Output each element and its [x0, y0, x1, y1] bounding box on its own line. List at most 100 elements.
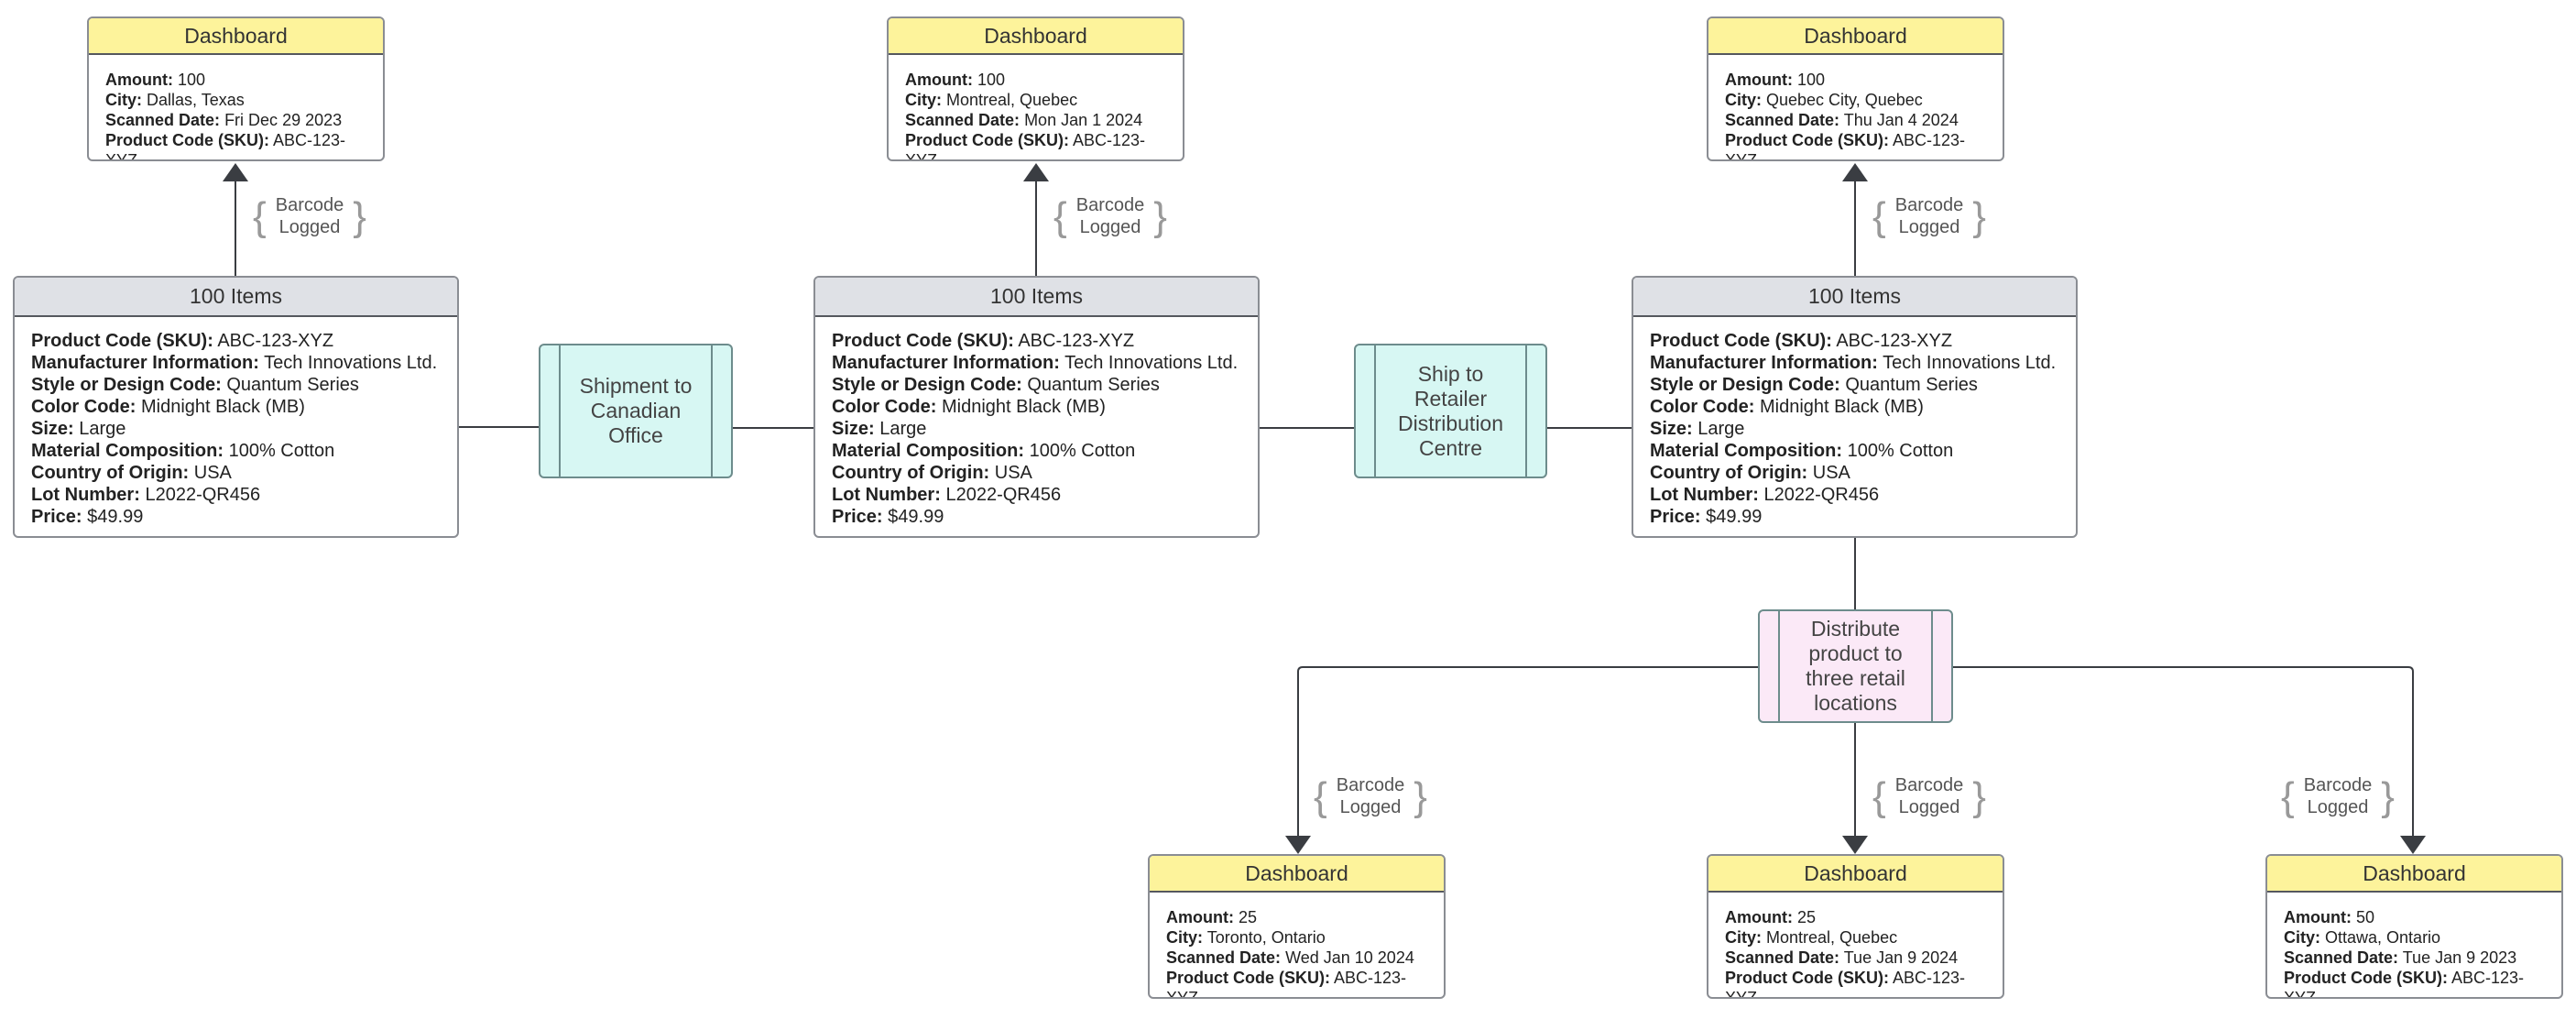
field-row: Manufacturer Information: Tech Innovatio…	[1650, 352, 2059, 374]
field-label: Size:	[832, 419, 875, 439]
field-row: Product Code (SKU): ABC-123-XYZ	[1650, 330, 2059, 352]
field-label: Scanned Date:	[1725, 111, 1840, 129]
dashboard-title: Dashboard	[2267, 856, 2561, 893]
process-step[interactable]: Distribute product to three retail locat…	[1758, 609, 1953, 723]
field-label: Material Composition:	[1650, 441, 1843, 461]
field-label: Product Code (SKU):	[2284, 969, 2448, 987]
dashboard-card[interactable]: Dashboard Amount: 100 City: Dallas, Texas S…	[87, 16, 385, 161]
field-label: Color Code:	[832, 397, 937, 417]
process-step[interactable]: Ship to Retailer Distribution Centre	[1354, 344, 1547, 478]
field-value: L2022-QR456	[945, 485, 1062, 505]
field-value: 100% Cotton	[228, 441, 335, 461]
field-row: Style or Design Code: Quantum Series	[1650, 374, 2059, 396]
field-row: City: Dallas, Texas	[105, 90, 366, 110]
field-value: 100	[977, 71, 1006, 89]
field-value: USA	[994, 463, 1032, 483]
field-label: Color Code:	[1650, 397, 1755, 417]
items-body: Product Code (SKU): ABC-123-XYZ Manufactu…	[1633, 317, 2076, 536]
field-label: Style or Design Code:	[832, 375, 1022, 395]
items-card[interactable]: 100 Items Product Code (SKU): ABC-123-XYZ…	[1632, 276, 2078, 538]
field-row: Size: Large	[31, 418, 441, 440]
process-label: Shipment to Canadian Office	[579, 374, 693, 447]
field-value: Large	[79, 419, 126, 439]
field-row: Material Composition: 100% Cotton	[1650, 440, 2059, 462]
field-row: City: Quebec City, Quebec	[1725, 90, 1986, 110]
field-row: Country of Origin: USA	[31, 462, 441, 484]
field-value: USA	[1812, 463, 1850, 483]
field-value: ABC-123-XYZ	[1018, 331, 1135, 351]
field-label: Price:	[31, 507, 82, 527]
field-label: Scanned Date:	[905, 111, 1021, 129]
items-card[interactable]: 100 Items Product Code (SKU): ABC-123-XYZ…	[813, 276, 1260, 538]
field-row: Price: $49.99	[832, 506, 1241, 528]
field-label: Scanned Date:	[1725, 948, 1840, 967]
field-value: Quantum Series	[226, 375, 359, 395]
field-value: $49.99	[888, 507, 944, 527]
edge-label: Barcode Logged	[1872, 774, 1986, 823]
field-value: USA	[193, 463, 232, 483]
field-row: Amount: 100	[105, 70, 366, 90]
items-card[interactable]: 100 Items Product Code (SKU): ABC-123-XYZ…	[13, 276, 459, 538]
field-value: 100% Cotton	[1029, 441, 1136, 461]
dashboard-title: Dashboard	[1150, 856, 1444, 893]
field-value: Quebec City, Quebec	[1766, 91, 1923, 109]
field-value: 50	[2356, 908, 2375, 926]
field-row: Product Code (SKU): ABC-123-XYZ	[905, 130, 1166, 159]
dashboard-card[interactable]: Dashboard Amount: 100 City: Montreal, Queb…	[887, 16, 1184, 161]
dashboard-body: Amount: 50 City: Ottawa, Ontario Scanned D…	[2267, 893, 2561, 997]
field-row: Manufacturer Information: Tech Innovatio…	[31, 352, 441, 374]
process-step[interactable]: Shipment to Canadian Office	[539, 344, 733, 478]
field-row: Size: Large	[1650, 418, 2059, 440]
field-value: Midnight Black (MB)	[1760, 397, 1924, 417]
field-row: Product Code (SKU): ABC-123-XYZ	[105, 130, 366, 159]
field-row: Color Code: Midnight Black (MB)	[832, 396, 1241, 418]
field-label: Amount:	[1166, 908, 1234, 926]
field-label: Lot Number:	[1650, 485, 1759, 505]
field-value: Tech Innovations Ltd.	[264, 353, 438, 373]
field-row: Lot Number: L2022-QR456	[1650, 484, 2059, 506]
field-value: Large	[1697, 419, 1745, 439]
field-label: City:	[1166, 928, 1203, 947]
field-label: City:	[105, 91, 142, 109]
field-label: City:	[1725, 91, 1762, 109]
dashboard-card[interactable]: Dashboard Amount: 25 City: Toronto, Ontari…	[1148, 854, 1446, 999]
field-row: Product Code (SKU): ABC-123-XYZ	[832, 330, 1241, 352]
field-row: Scanned Date: Wed Jan 10 2024	[1166, 948, 1427, 968]
connector	[1285, 666, 1758, 854]
field-value: ABC-123-XYZ	[217, 331, 334, 351]
field-row: Scanned Date: Tue Jan 9 2023	[2284, 948, 2545, 968]
field-label: Manufacturer Information:	[832, 353, 1060, 373]
field-row: Style or Design Code: Quantum Series	[832, 374, 1241, 396]
field-value: 25	[1239, 908, 1258, 926]
field-label: Style or Design Code:	[1650, 375, 1840, 395]
field-row: Amount: 25	[1725, 907, 1986, 927]
field-row: Amount: 25	[1166, 907, 1427, 927]
field-row: Scanned Date: Fri Dec 29 2023	[105, 110, 366, 130]
field-label: Scanned Date:	[105, 111, 221, 129]
field-row: Country of Origin: USA	[832, 462, 1241, 484]
dashboard-title: Dashboard	[89, 18, 383, 55]
field-label: Product Code (SKU):	[1650, 331, 1832, 351]
field-value: Montreal, Quebec	[946, 91, 1078, 109]
items-title: 100 Items	[815, 278, 1258, 317]
items-title: 100 Items	[1633, 278, 2076, 317]
field-row: Size: Large	[832, 418, 1241, 440]
field-row: Color Code: Midnight Black (MB)	[1650, 396, 2059, 418]
field-value: Tech Innovations Ltd.	[1883, 353, 2057, 373]
field-label: City:	[1725, 928, 1762, 947]
field-row: Amount: 50	[2284, 907, 2545, 927]
field-row: Amount: 100	[905, 70, 1166, 90]
dashboard-card[interactable]: Dashboard Amount: 100 City: Quebec City, Q…	[1707, 16, 2004, 161]
dashboard-card[interactable]: Dashboard Amount: 50 City: Ottawa, Ontario…	[2265, 854, 2563, 999]
field-value: Mon Jan 1 2024	[1024, 111, 1143, 129]
field-row: Style or Design Code: Quantum Series	[31, 374, 441, 396]
field-value: Midnight Black (MB)	[942, 397, 1106, 417]
field-value: Montreal, Quebec	[1766, 928, 1898, 947]
field-value: Toronto, Ontario	[1206, 928, 1326, 947]
dashboard-card[interactable]: Dashboard Amount: 25 City: Montreal, Quebe…	[1707, 854, 2004, 999]
field-label: Style or Design Code:	[31, 375, 222, 395]
field-value: Ottawa, Ontario	[2325, 928, 2441, 947]
field-value: 100	[178, 71, 206, 89]
dashboard-body: Amount: 100 City: Montreal, Quebec Scanned…	[889, 55, 1183, 159]
field-label: Amount:	[905, 71, 973, 89]
